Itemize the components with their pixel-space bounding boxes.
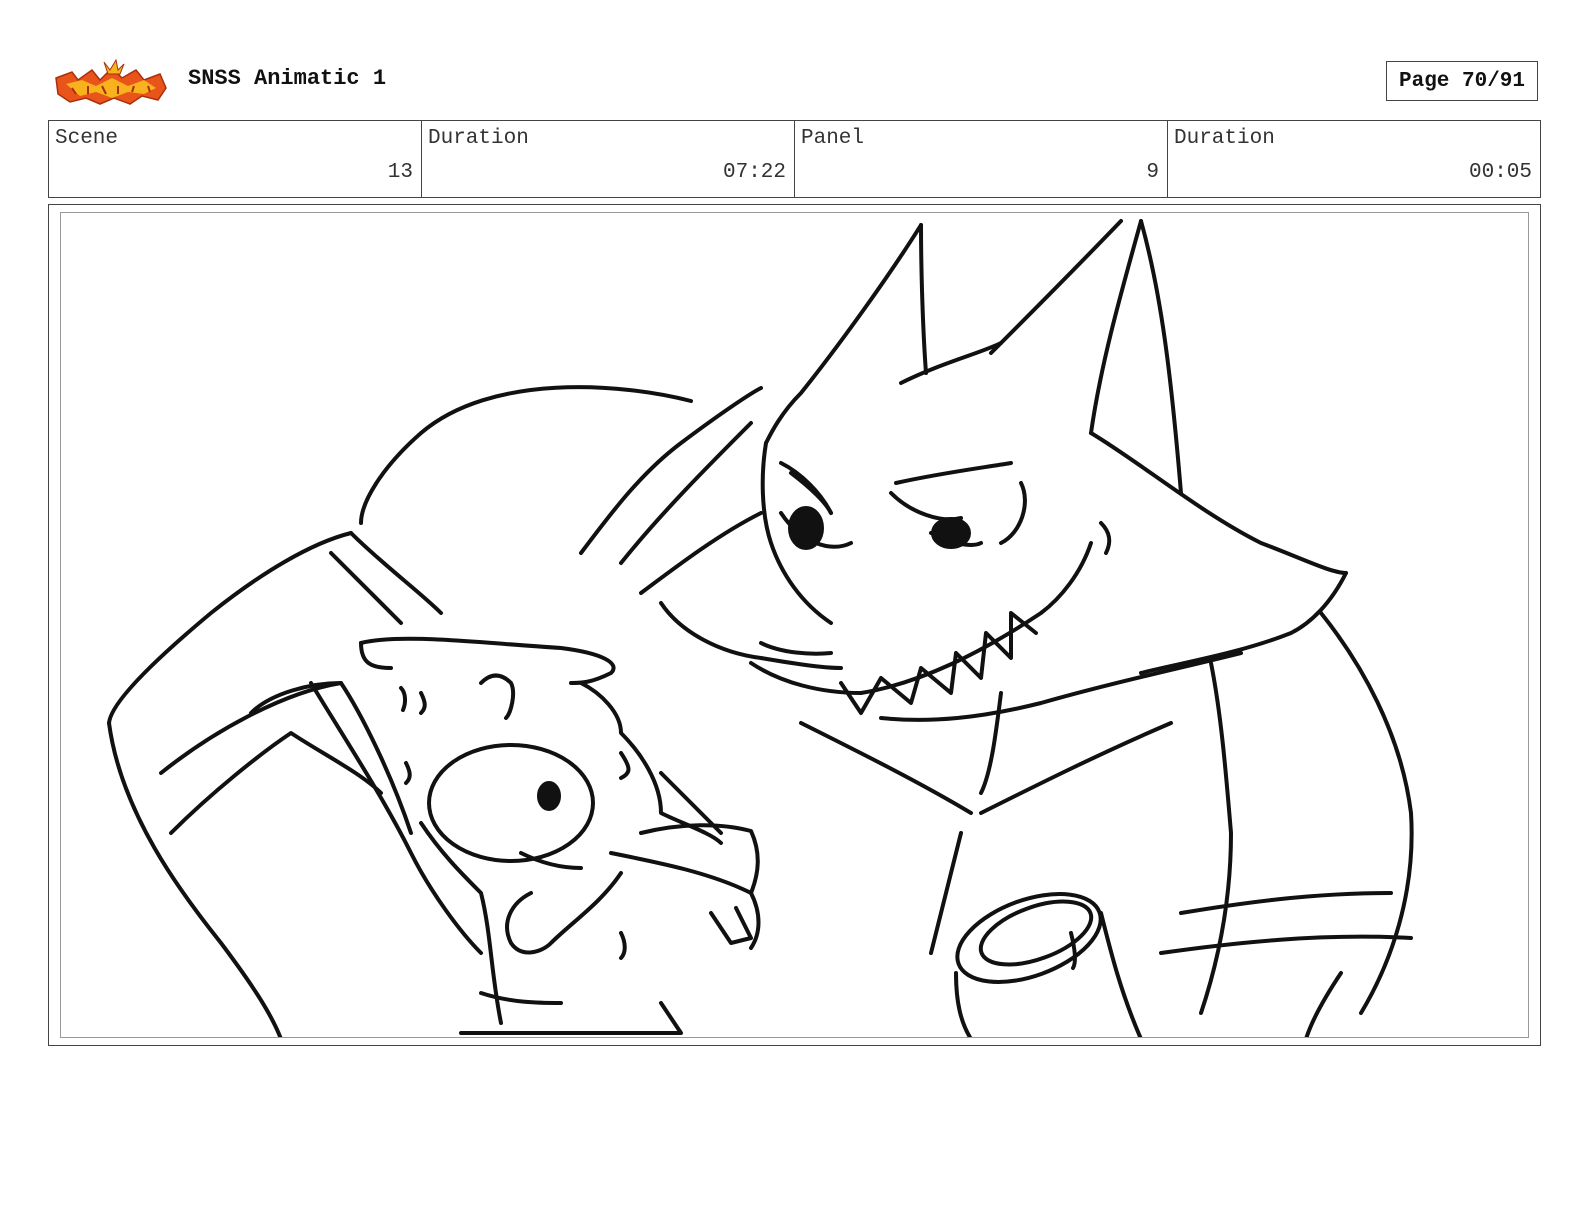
panel-cell: Panel 9 — [795, 121, 1168, 197]
storyboard-panel-frame — [48, 204, 1541, 1046]
panel-label: Panel — [801, 127, 865, 150]
scene-value: 13 — [387, 161, 413, 184]
scene-duration-cell: Duration 07:22 — [422, 121, 795, 197]
scene-duration-label: Duration — [428, 127, 529, 150]
scene-info-table: Scene 13 Duration 07:22 Panel 9 Duration… — [48, 120, 1541, 198]
panel-duration-cell: Duration 00:05 — [1168, 121, 1540, 197]
panel-value: 9 — [1146, 161, 1159, 184]
document-title: SNSS Animatic 1 — [188, 66, 387, 91]
page-number: Page 70/91 — [1386, 61, 1538, 101]
storyboard-sketch-icon — [60, 212, 1529, 1038]
scene-label: Scene — [55, 127, 119, 150]
scene-duration-value: 07:22 — [722, 161, 786, 184]
panel-duration-value: 00:05 — [1468, 161, 1532, 184]
show-logo-icon — [52, 58, 170, 106]
panel-duration-label: Duration — [1174, 127, 1275, 150]
scene-cell: Scene 13 — [49, 121, 422, 197]
